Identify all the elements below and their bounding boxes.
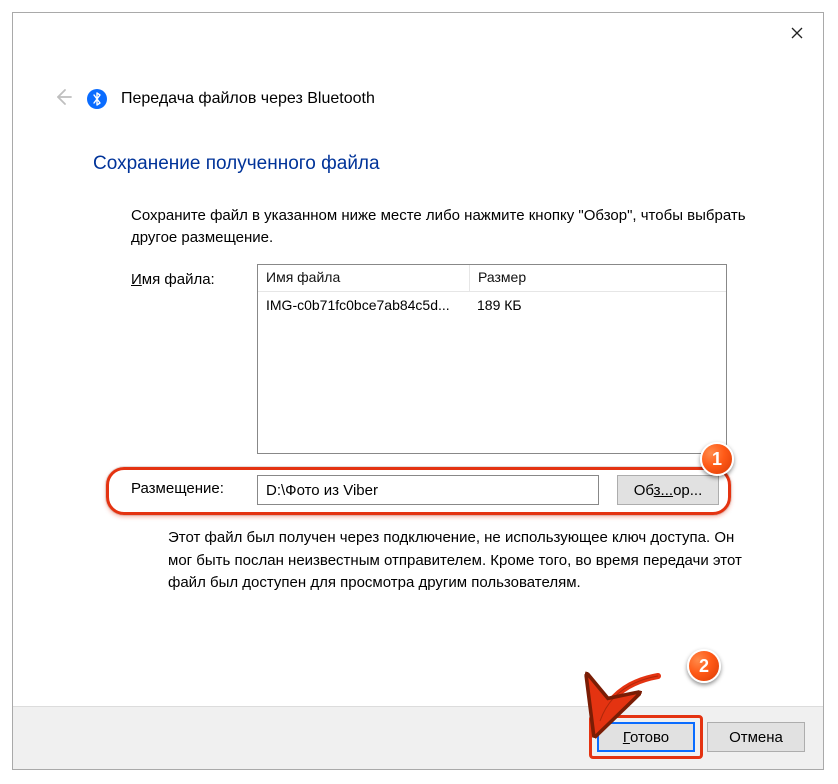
location-input[interactable] — [257, 475, 599, 505]
close-icon[interactable] — [777, 17, 817, 49]
bluetooth-transfer-dialog: Передача файлов через Bluetooth Сохранен… — [12, 12, 824, 770]
dialog-footer: Готово Отмена — [13, 706, 823, 769]
browse-button[interactable]: Обзор — [617, 475, 719, 505]
bluetooth-icon — [87, 89, 107, 109]
location-label: Размещение: — [131, 480, 224, 497]
filename-label: Имя файла: — [131, 271, 215, 288]
security-warning-text: Этот файл был получен через подключение,… — [168, 527, 743, 595]
file-size-cell: 189 КБ — [469, 294, 555, 316]
wizard-header: Передача файлов через Bluetooth — [53, 87, 375, 111]
column-header-name[interactable]: Имя файла — [258, 265, 470, 291]
list-item[interactable]: IMG-c0b71fc0bce7ab84c5d... 189 КБ — [258, 292, 726, 316]
list-header: Имя файла Размер — [258, 265, 726, 292]
done-button[interactable]: Готово — [597, 722, 695, 752]
instruction-text: Сохраните файл в указанном ниже месте ли… — [131, 205, 763, 249]
wizard-title: Передача файлов через Bluetooth — [121, 90, 375, 108]
page-title: Сохранение полученного файла — [93, 153, 380, 175]
cancel-button[interactable]: Отмена — [707, 722, 805, 752]
column-header-size[interactable]: Размер — [470, 265, 556, 291]
annotation-badge-2: 2 — [687, 649, 721, 683]
received-files-list[interactable]: Имя файла Размер IMG-c0b71fc0bce7ab84c5d… — [257, 264, 727, 454]
file-name-cell: IMG-c0b71fc0bce7ab84c5d... — [258, 294, 469, 316]
back-arrow-icon — [53, 87, 73, 111]
